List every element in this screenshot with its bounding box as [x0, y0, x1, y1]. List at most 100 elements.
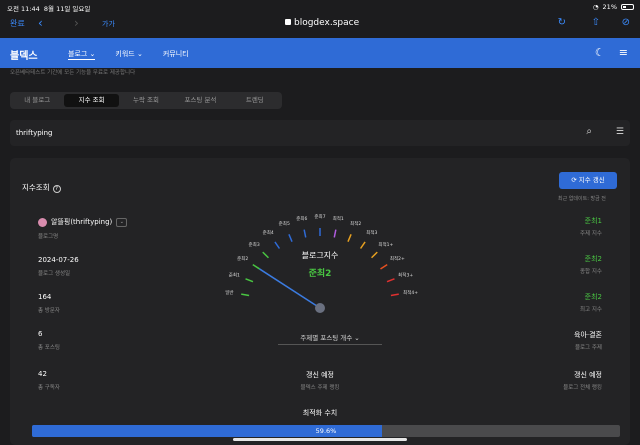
gauge-tick-label: 준최3: [249, 241, 260, 248]
address-bar[interactable]: blogdex.space: [285, 18, 359, 28]
forward-icon[interactable]: ›: [74, 16, 79, 30]
created-date: 2024-07-26: [38, 256, 79, 264]
gauge-tick-label: 최적1+: [378, 241, 393, 248]
overall-rank: 갱신 예정: [574, 371, 602, 379]
reader-settings-button[interactable]: 가가: [102, 19, 115, 29]
overall-index: 준최2: [584, 255, 602, 263]
refresh-note: 최근 업데이트: 방금 전: [558, 196, 606, 202]
blog-name: 알뜰핑(thriftyping) ⌄: [38, 217, 128, 227]
blog-topic-label: 블로그 주제: [574, 345, 602, 351]
tab-bar: 내 블로그 지수 조회 누락 조회 포스팅 분석 트렌딩: [10, 92, 282, 109]
gauge-tick: [380, 263, 388, 270]
topic-rank-label: 블덱스 주제 랭킹: [300, 385, 340, 391]
gauge-tick: [371, 251, 378, 259]
gauge-tick-label: 준최1: [229, 271, 240, 278]
nav-blog[interactable]: 블로그 ⌄: [68, 49, 96, 60]
help-icon[interactable]: ?: [52, 185, 61, 193]
gauge-tick: [347, 233, 352, 242]
gauge-tick: [252, 263, 260, 270]
status-time: 오전 11:44 8월 11일 일요일: [7, 5, 91, 13]
battery-icon: [621, 4, 634, 10]
search-box: thriftyping ⌕ ☰: [10, 120, 630, 146]
topic-rank: 갱신 예정: [306, 371, 334, 379]
gauge-tick-label: 최적3+: [398, 271, 413, 278]
gauge-tick-label: 준최4: [263, 229, 274, 236]
gauge-tick: [245, 278, 254, 283]
gauge-tick: [241, 293, 250, 297]
header-icons: ☾ ≡: [595, 46, 628, 59]
total-posts-label: 총 포스팅: [38, 345, 60, 351]
gauge-hub: [315, 303, 325, 313]
total-subscribers: 42: [38, 370, 47, 378]
home-indicator: [233, 438, 407, 441]
gauge-tick: [303, 229, 307, 238]
lock-icon: [285, 19, 291, 25]
brand-logo[interactable]: 블덱스: [10, 47, 38, 62]
search-icon[interactable]: ⌕: [586, 126, 592, 137]
gauge-tick: [333, 229, 337, 238]
card-title: 지수조회?: [22, 182, 61, 193]
topic-index-label: 주제 지수: [580, 231, 602, 237]
avatar: [38, 217, 47, 227]
optimization-progress: 59.6%: [32, 425, 620, 437]
status-right: ◔ 21%: [593, 3, 634, 11]
tab-trending[interactable]: 트렌딩: [228, 92, 282, 109]
gauge-tick-label: 최적4+: [403, 289, 418, 296]
filter-list-icon[interactable]: ☰: [616, 127, 624, 137]
gauge-tick-label: 준최2: [237, 255, 248, 262]
max-index-label: 최고 지수: [580, 307, 602, 313]
tab-index-lookup[interactable]: 지수 조회: [64, 94, 119, 107]
overall-rank-label: 블로그 전체 랭킹: [563, 385, 602, 391]
overall-index-label: 종합 지수: [580, 269, 602, 275]
total-visitors: 164: [38, 293, 52, 301]
max-index: 준최2: [584, 293, 602, 301]
main-nav: 블로그 ⌄ 키워드 ⌄ 커뮤니티: [68, 49, 189, 60]
total-visitors-label: 총 방문자: [38, 308, 60, 314]
total-posts: 6: [38, 330, 43, 338]
gauge-tick-label: 최적3: [366, 229, 377, 236]
browser-bar: 완료 ‹ › 가가 blogdex.space ↻ ⇧ ⊘: [0, 14, 640, 36]
back-icon[interactable]: ‹: [38, 16, 43, 30]
gauge-tick: [390, 293, 399, 297]
tab-post-analysis[interactable]: 포스팅 분석: [173, 92, 227, 109]
status-bar: 오전 11:44 8월 11일 일요일 ◔ 21%: [0, 0, 640, 14]
gauge-tick: [359, 241, 366, 249]
gauge-tick: [274, 241, 281, 249]
blog-name-label: 블로그명: [38, 234, 59, 240]
beta-notice: 오픈베타테스트 기간에 모든 기능을 무료로 제공합니다: [10, 70, 136, 76]
gauge-title: 블로그지수: [301, 251, 339, 260]
done-button[interactable]: 완료: [10, 18, 25, 29]
optimization-value: 59.6%: [315, 427, 337, 435]
gauge-tick-label: 최적2+: [390, 255, 405, 262]
nav-community[interactable]: 커뮤니티: [163, 49, 189, 60]
gauge-value: 준최2: [308, 269, 332, 279]
app-header: 블덱스 블로그 ⌄ 키워드 ⌄ 커뮤니티 ☾ ≡: [0, 38, 640, 68]
share-icon[interactable]: ⇧: [592, 17, 600, 28]
gauge-tick-label: 최적1: [333, 215, 344, 222]
post-count-select[interactable]: 주제별 포스팅 개수 ⌄: [278, 332, 382, 345]
battery-percent: 21%: [602, 3, 617, 11]
nav-keyword[interactable]: 키워드 ⌄: [115, 49, 142, 60]
gauge-tick-label: 준최6: [296, 215, 307, 222]
chevron-down-icon[interactable]: ⌄: [116, 217, 128, 227]
tab-my-blog[interactable]: 내 블로그: [10, 92, 64, 109]
gauge-tick-label: 준최7: [314, 213, 325, 220]
compass-icon[interactable]: ⊘: [622, 17, 630, 28]
created-date-label: 블로그 생성일: [38, 271, 71, 277]
menu-icon[interactable]: ≡: [619, 46, 628, 59]
optimization-title: 최적화 수치: [302, 409, 338, 417]
tab-missing-lookup[interactable]: 누락 조회: [119, 92, 173, 109]
search-input[interactable]: thriftyping: [16, 129, 53, 137]
refresh-index-button[interactable]: ⟳ 지수 갱신: [559, 172, 617, 189]
reload-icon[interactable]: ↻: [558, 17, 566, 28]
index-card: 지수조회? ⟳ 지수 갱신 최근 업데이트: 방금 전 알뜰핑(thriftyp…: [10, 158, 630, 445]
gauge-tick-label: 일반: [225, 289, 233, 296]
topic-index: 준최1: [584, 217, 602, 225]
gauge-tick: [386, 278, 395, 283]
gauge-tick-label: 준최5: [279, 220, 290, 227]
dark-mode-icon[interactable]: ☾: [595, 46, 605, 59]
gauge-tick-label: 최적2: [350, 220, 361, 227]
wifi-icon: ◔: [592, 3, 599, 11]
total-subscribers-label: 총 구독자: [38, 385, 60, 391]
gauge-tick: [288, 233, 293, 242]
